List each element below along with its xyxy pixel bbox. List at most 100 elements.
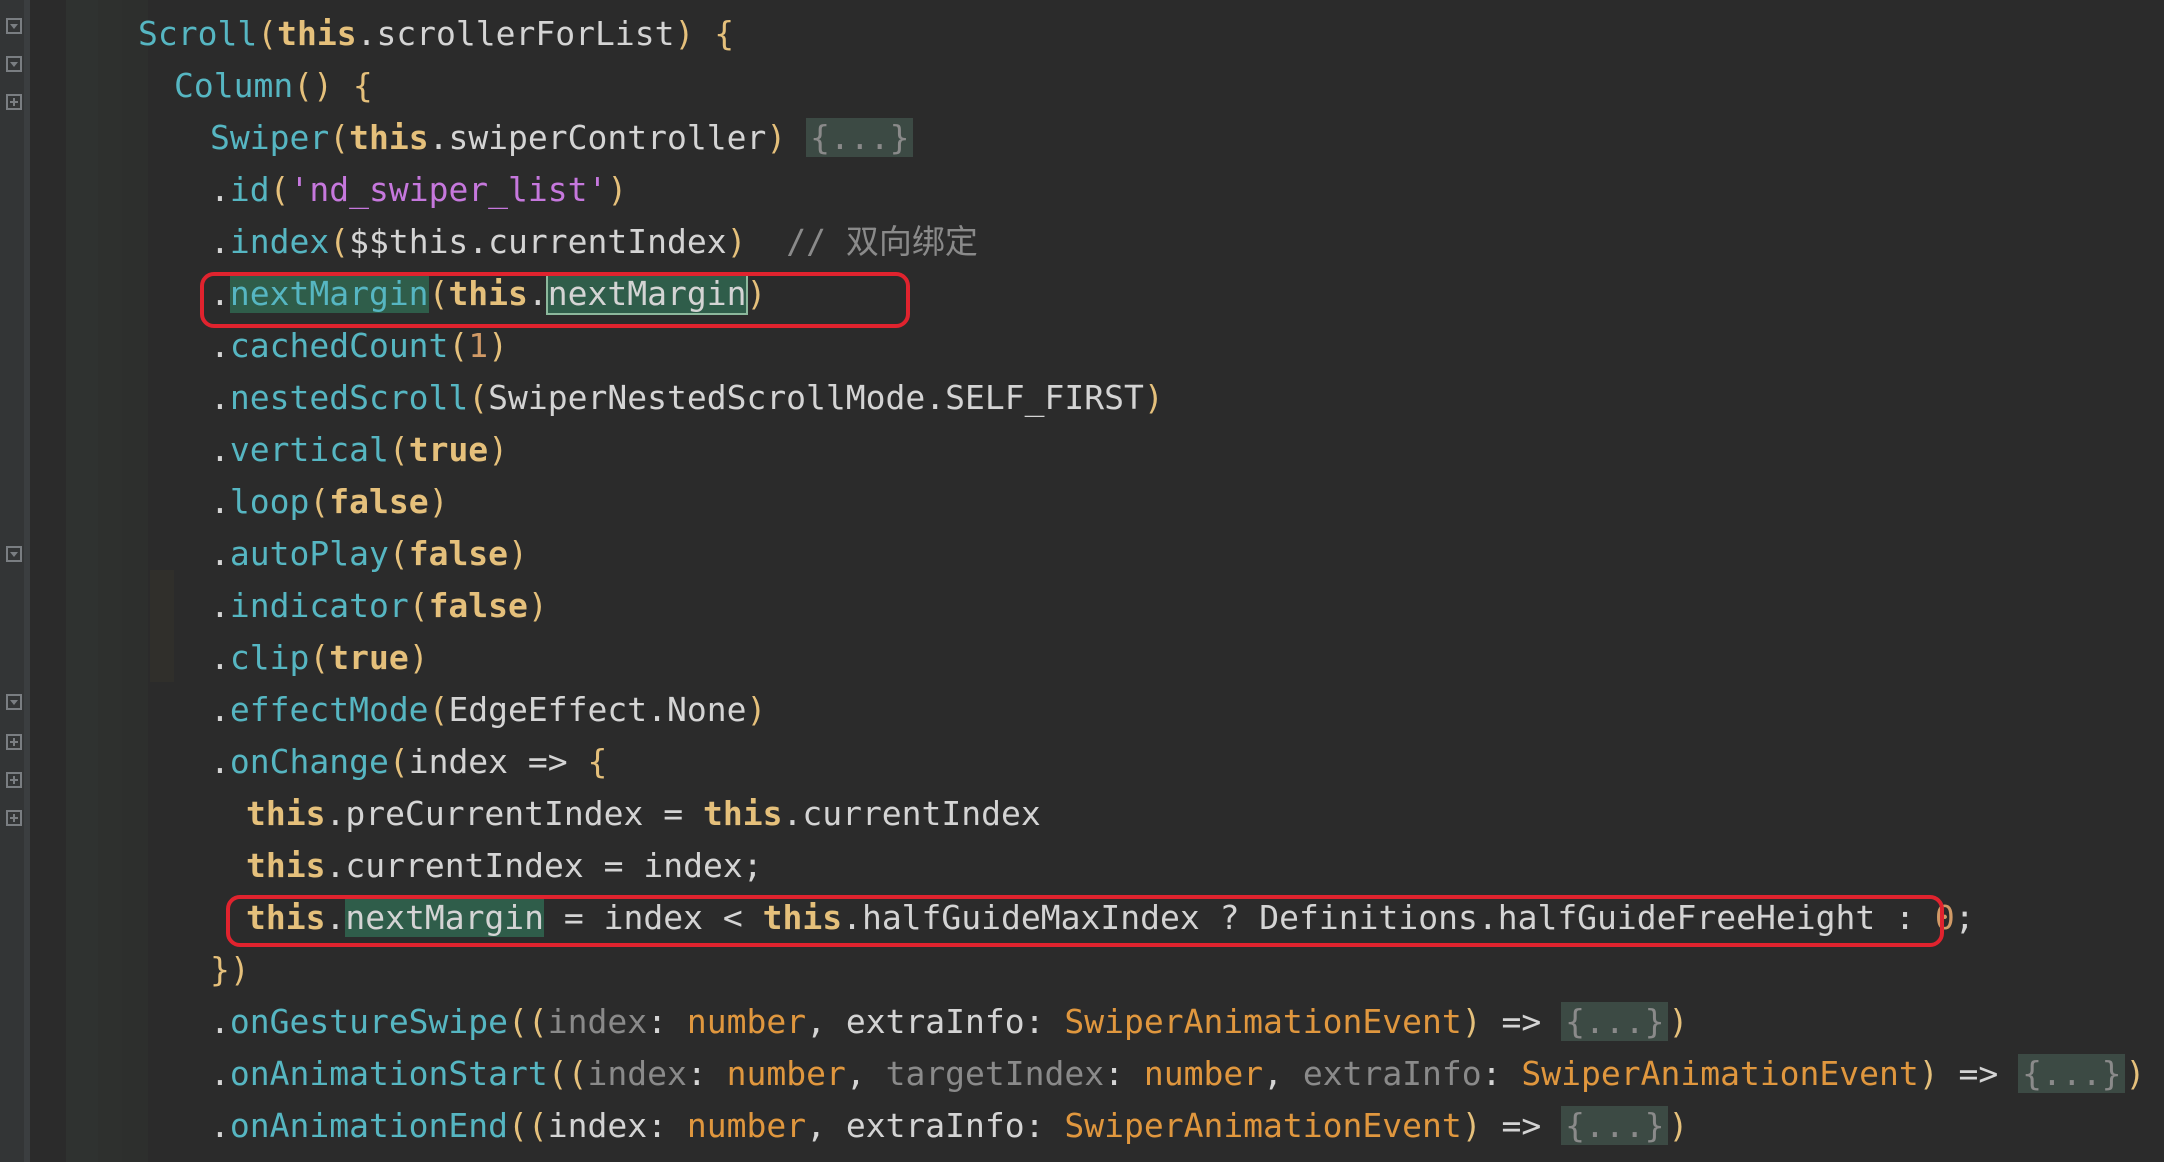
code-line[interactable]: Swiper(this.swiperController) {...} [210,112,914,164]
fold-collapse-icon[interactable] [6,18,22,34]
indent-guide [150,570,174,682]
code-token: ) [527,586,548,625]
code-token: ) [1461,1002,1482,1041]
code-token: . [210,222,230,261]
code-token: 'nd_swiper_list' [289,170,608,209]
code-token: SwiperAnimationEvent [1064,1002,1462,1041]
code-token: ( [309,482,330,521]
code-token: nestedScroll [229,378,469,417]
code-token: false [428,586,528,625]
editor-gutter [0,0,24,1162]
code-token: . [210,430,230,469]
folded-block[interactable]: {...} [2018,1054,2126,1093]
fold-expand-icon[interactable] [6,734,22,750]
fold-collapse-icon[interactable] [6,56,22,72]
code-line[interactable]: .onChange(index => { [210,736,607,788]
code-token: ) [674,14,695,53]
code-token: , [845,1054,886,1093]
fold-expand-icon[interactable] [6,772,22,788]
fold-expand-icon[interactable] [6,810,22,826]
code-token: number [1143,1054,1264,1093]
code-token: ) [1143,378,1164,417]
code-token: ) [766,118,787,157]
code-token: onGestureSwipe [229,1002,509,1041]
code-token: (( [508,1002,548,1041]
code-token: () [293,66,333,105]
code-editor[interactable]: Scroll(this.scrollerForList) {Column() {… [0,0,2164,1162]
code-line[interactable]: .onGestureSwipe((index: number, extraInf… [210,996,1688,1048]
code-token: (( [547,1054,588,1093]
code-token: ) [488,430,509,469]
code-token: index [547,1106,648,1145]
code-token: ) [726,222,747,261]
code-token: EdgeEffect.None [448,690,747,729]
code-token: onChange [229,742,389,781]
code-token: // 双向绑定 [786,222,978,261]
code-token: autoPlay [229,534,389,573]
code-token: vertical [229,430,389,469]
code-line[interactable]: Column() { [174,60,373,112]
code-token: : [647,1002,687,1041]
code-token: ( [388,742,409,781]
code-line[interactable]: .onAnimationStart((index: number, target… [210,1048,2145,1100]
code-token: ) [1461,1106,1482,1145]
folded-block[interactable]: {...} [1561,1002,1669,1041]
code-token: clip [229,638,310,677]
code-token: extraInfo [1302,1054,1482,1093]
code-token: number [726,1054,846,1093]
code-line[interactable]: .vertical(true) [210,424,508,476]
code-token: loop [229,482,310,521]
code-token: , [1263,1054,1303,1093]
fold-expand-icon[interactable] [6,94,22,110]
code-token: targetIndex [885,1054,1105,1093]
code-token: onAnimationStart [229,1054,548,1093]
code-token: => [1938,1054,2019,1093]
code-line[interactable]: .id('nd_swiper_list') [210,164,627,216]
code-token: .scrollerForList [356,14,675,53]
code-token: number [686,1002,807,1041]
code-token: ( [468,378,489,417]
code-line[interactable]: .loop(false) [210,476,448,528]
fold-collapse-icon[interactable] [6,694,22,710]
code-token: . [210,170,230,209]
code-token: ( [329,222,350,261]
folded-block[interactable]: {...} [806,118,914,157]
code-token: effectMode [229,690,429,729]
code-token: . [210,742,230,781]
code-token: ( [408,586,429,625]
code-line[interactable]: .nestedScroll(SwiperNestedScrollMode.SEL… [210,372,1164,424]
code-token: index => [408,742,588,781]
code-token: id [229,170,270,209]
code-token: => [1481,1106,1562,1145]
fold-collapse-icon[interactable] [6,546,22,562]
code-token: . [210,326,230,365]
code-token: ) [607,170,628,209]
code-line[interactable]: .clip(true) [210,632,429,684]
code-line[interactable]: this.preCurrentIndex = this.currentIndex [246,788,1041,840]
code-line[interactable]: .autoPlay(false) [210,528,528,580]
code-token: . [210,378,230,417]
code-token: ) [2125,1054,2146,1093]
code-line[interactable]: .onAnimationEnd((index: number, extraInf… [210,1100,1688,1152]
code-token: ( [269,170,290,209]
code-token: ) [408,638,429,677]
code-token: ) [1918,1054,1939,1093]
code-line[interactable]: Scroll(this.scrollerForList) { [138,8,734,60]
code-token: , extraInfo: [806,1106,1065,1145]
code-line[interactable]: }) [210,944,250,996]
code-token: . [210,1054,230,1093]
code-token: .preCurrentIndex = [325,794,703,833]
code-token: ) [1668,1106,1689,1145]
annotation-box-nextmargin-call [200,272,910,328]
code-line[interactable]: .indicator(false) [210,580,548,632]
change-marker-strip [24,0,30,1162]
folded-block[interactable]: {...} [1561,1106,1669,1145]
code-line[interactable]: this.currentIndex = index; [246,840,763,892]
indent-guide [98,0,122,1162]
code-token: ) [428,482,449,521]
code-line[interactable]: .effectMode(EdgeEffect.None) [210,684,766,736]
code-line[interactable]: .index($$this.currentIndex) // 双向绑定 [210,216,978,268]
